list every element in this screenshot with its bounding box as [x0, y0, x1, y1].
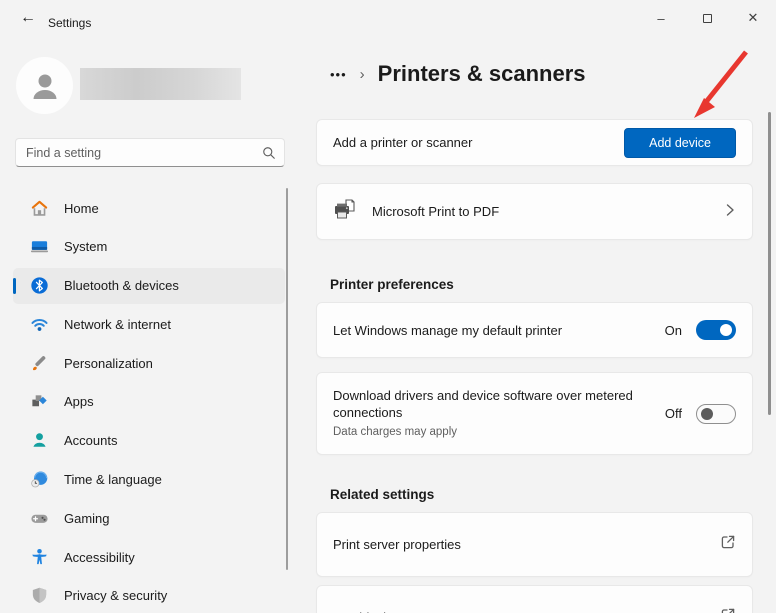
minimize-button[interactable]: –	[638, 0, 684, 36]
sidebar-item-label: Accessibility	[64, 550, 135, 565]
gaming-icon	[30, 509, 49, 528]
troubleshoot-row[interactable]: Troubleshoot	[316, 585, 753, 613]
sidebar-item-label: Personalization	[64, 356, 153, 371]
sidebar-item-system[interactable]: System	[13, 229, 285, 265]
maximize-icon	[703, 14, 712, 23]
sidebar-item-time-language[interactable]: Time & language	[13, 462, 285, 498]
sidebar-item-accessibility[interactable]: Accessibility	[13, 539, 285, 575]
home-icon	[30, 199, 49, 218]
printer-name: Microsoft Print to PDF	[372, 204, 499, 219]
sidebar-item-accounts[interactable]: Accounts	[13, 423, 285, 459]
apps-icon	[30, 392, 49, 411]
search-input[interactable]	[26, 146, 262, 160]
sidebar-item-label: Privacy & security	[64, 588, 167, 603]
metered-connections-sublabel: Data charges may apply	[333, 424, 663, 441]
sidebar-item-apps[interactable]: Apps	[13, 384, 285, 420]
sidebar-item-label: System	[64, 239, 107, 254]
back-arrow-icon: ←	[20, 9, 36, 27]
user-name-redacted	[80, 68, 241, 100]
sidebar-nav: Home System Bluetooth & devices	[13, 190, 285, 613]
external-link-icon	[720, 534, 736, 555]
metered-connections-label: Download drivers and device software ove…	[333, 388, 633, 420]
sidebar-item-label: Network & internet	[64, 317, 171, 332]
sidebar-item-bluetooth-devices[interactable]: Bluetooth & devices	[13, 268, 285, 304]
sidebar-item-label: Time & language	[64, 472, 162, 487]
window-controls: – ✕	[638, 0, 776, 36]
breadcrumb-ellipsis-button[interactable]: •••	[330, 67, 347, 82]
sidebar-item-label: Home	[64, 201, 99, 216]
toggle-state-text: On	[665, 323, 682, 338]
sidebar-item-label: Bluetooth & devices	[64, 278, 179, 293]
sidebar-item-home[interactable]: Home	[13, 190, 285, 226]
minimize-icon: –	[657, 11, 664, 26]
print-server-properties-label: Print server properties	[333, 537, 461, 552]
chevron-right-icon	[724, 203, 736, 220]
default-printer-card: Let Windows manage my default printer On	[316, 302, 753, 358]
page-title: Printers & scanners	[378, 61, 586, 87]
metered-connections-card: Download drivers and device software ove…	[316, 372, 753, 455]
sidebar-item-gaming[interactable]: Gaming	[13, 500, 285, 536]
toggle-state-text: Off	[665, 406, 682, 421]
sidebar-item-privacy-security[interactable]: Privacy & security	[13, 578, 285, 613]
search-box[interactable]	[15, 138, 285, 167]
sidebar-item-network-internet[interactable]: Network & internet	[13, 306, 285, 342]
close-button[interactable]: ✕	[730, 0, 776, 36]
privacy-icon	[30, 586, 49, 605]
breadcrumb: ••• › Printers & scanners	[330, 57, 586, 91]
sidebar-item-label: Accounts	[64, 433, 117, 448]
sidebar-item-label: Gaming	[64, 511, 110, 526]
external-link-icon	[720, 607, 736, 613]
main-scrollbar[interactable]	[768, 112, 771, 415]
personalization-icon	[30, 354, 49, 373]
sidebar-item-label: Apps	[64, 394, 94, 409]
add-printer-card: Add a printer or scanner Add device	[316, 119, 753, 166]
bluetooth-icon	[30, 276, 49, 295]
person-icon	[28, 69, 62, 103]
printer-icon	[333, 199, 357, 225]
printer-row-ms-print-to-pdf[interactable]: Microsoft Print to PDF	[316, 183, 753, 240]
default-printer-label: Let Windows manage my default printer	[333, 323, 562, 338]
network-icon	[30, 315, 49, 334]
default-printer-toggle[interactable]	[696, 320, 736, 340]
avatar[interactable]	[16, 57, 73, 114]
accessibility-icon	[30, 548, 49, 567]
add-printer-label: Add a printer or scanner	[333, 135, 472, 150]
sidebar-scrollbar[interactable]	[286, 188, 288, 570]
section-related-settings: Related settings	[330, 487, 434, 502]
metered-connections-toggle[interactable]	[696, 404, 736, 424]
section-printer-preferences: Printer preferences	[330, 277, 454, 292]
red-annotation-arrow	[680, 44, 760, 128]
window-title: Settings	[48, 16, 91, 30]
accounts-icon	[30, 431, 49, 450]
time-language-icon	[30, 470, 49, 489]
back-button[interactable]: ←	[14, 6, 42, 30]
titlebar: ← Settings – ✕	[0, 0, 776, 36]
system-icon	[30, 237, 49, 256]
search-icon	[262, 146, 276, 160]
sidebar-item-personalization[interactable]: Personalization	[13, 345, 285, 381]
print-server-properties-row[interactable]: Print server properties	[316, 512, 753, 577]
maximize-button[interactable]	[684, 0, 730, 36]
breadcrumb-separator-icon: ›	[360, 66, 365, 83]
add-device-button[interactable]: Add device	[624, 128, 736, 158]
close-icon: ✕	[748, 10, 759, 26]
